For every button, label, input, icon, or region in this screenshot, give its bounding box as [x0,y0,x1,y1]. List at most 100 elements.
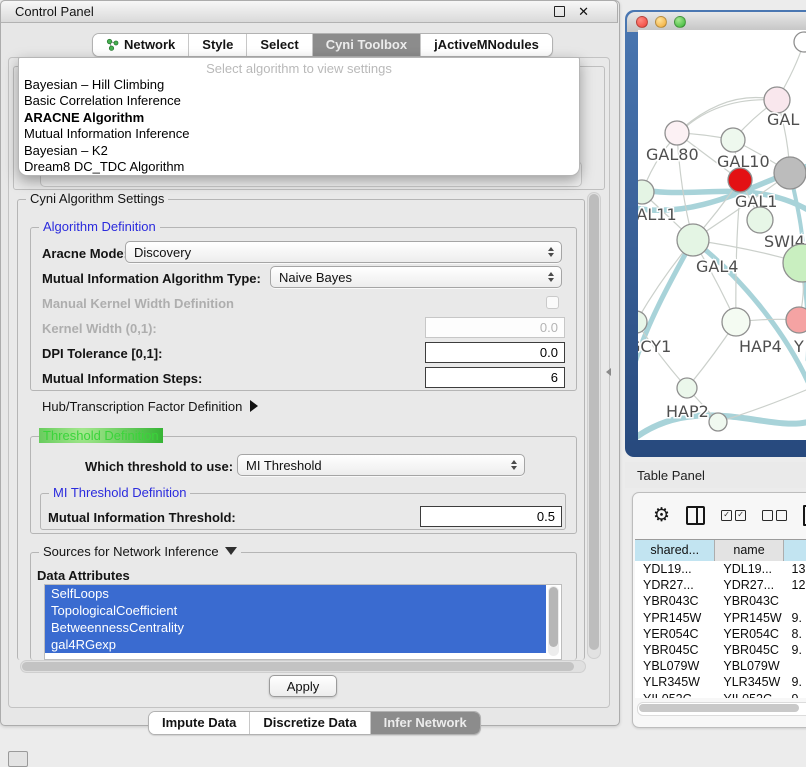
zoom-traffic-icon[interactable] [674,16,686,28]
attr-scroll-thumb[interactable] [549,587,558,647]
sources-title-toggle[interactable]: Sources for Network Inference [39,544,241,559]
attr-list-scrollbar[interactable] [548,586,559,656]
table-row[interactable]: YLR345WYLR345W9. [635,674,806,690]
algorithm-option[interactable]: Bayesian – Hill Climbing [19,77,579,93]
tab-impute-data[interactable]: Impute Data [149,712,249,734]
table-panel-titlebar[interactable]: Table Panel [625,462,806,488]
table-cell [784,658,806,674]
algorithm-option[interactable]: Bayesian – K2 [19,143,579,159]
table-row[interactable]: YIL052CYIL052C9 [635,691,806,699]
close-icon[interactable]: ✕ [578,5,589,18]
algorithm-option[interactable]: Dream8 DC_TDC Algorithm [19,159,579,175]
sources-title: Sources for Network Inference [43,544,219,559]
network-node-gal10[interactable] [721,128,745,152]
node-label: GCY1 [638,337,671,356]
manual-kernel-checkbox[interactable] [546,296,559,309]
hub-definition-toggle[interactable]: Hub/Transcription Factor Definition [42,399,258,414]
deselect-all-checkboxes-icon[interactable] [762,510,787,521]
mi-threshold-field[interactable]: 0.5 [420,506,562,527]
stepper-icon [548,272,554,282]
network-node[interactable] [774,157,806,189]
table-row[interactable]: YDL19...YDL19...13 [635,561,806,577]
control-panel-titlebar[interactable]: Control Panel ✕ [0,0,618,23]
data-attribute-item[interactable]: BetweennessCentrality [45,619,546,636]
table-row[interactable]: YDR27...YDR27...12 [635,577,806,593]
table-row[interactable]: YBR045CYBR045C9. [635,642,806,658]
minimized-panel-icon[interactable] [8,751,28,767]
network-window-titlebar[interactable] [627,12,806,32]
settings-vscroll-thumb[interactable] [589,194,599,650]
table-cell: 13 [784,561,806,577]
table-cell: YDR27... [635,577,715,593]
node-label: HAP4 [739,337,782,356]
data-attribute-item[interactable]: SelfLoops [45,585,546,602]
data-attributes-label: Data Attributes [37,568,130,583]
tab-select[interactable]: Select [246,34,311,56]
network-node-hap2[interactable] [677,378,697,398]
which-threshold-combo[interactable]: MI Threshold [237,454,525,476]
columns-icon[interactable] [686,506,705,525]
table-row[interactable]: YER054CYER054C8. [635,626,806,642]
table-cell: 8. [784,626,806,642]
dpi-tolerance-field[interactable]: 0.0 [425,342,565,363]
network-node-swi4[interactable] [747,207,773,233]
tab-label: Network [124,37,175,52]
network-edge[interactable] [677,97,777,133]
node-label: GAL4 [696,257,738,276]
table-panel: ⚙ ✓✓ shared...name YDL19...YDL19...13YDR… [632,492,806,728]
table-cell: 9. [784,610,806,626]
table-cell: YIL052C [635,691,715,699]
network-node-gal4[interactable] [677,224,709,256]
settings-hscroll-thumb[interactable] [22,662,574,671]
manual-kernel-label: Manual Kernel Width Definition [42,296,234,311]
panel-splitter-arrow[interactable] [606,368,611,376]
settings-horizontal-scrollbar[interactable] [20,660,586,673]
algorithm-popup-list: Bayesian – Hill ClimbingBasic Correlatio… [19,77,579,175]
minimize-traffic-icon[interactable] [655,16,667,28]
control-panel-tabbar: Network StyleSelectCyni ToolboxjActiveMNo… [92,33,553,57]
close-traffic-icon[interactable] [636,16,648,28]
data-attribute-item[interactable]: TopologicalCoefficient [45,602,546,619]
algorithm-option[interactable]: ARACNE Algorithm [19,110,579,126]
aracne-mode-combo[interactable]: Discovery [125,241,562,263]
table-header-row: shared...name [635,539,806,562]
column-header[interactable] [784,540,806,561]
table-row[interactable]: YBR043CYBR043C [635,593,806,609]
table-row[interactable]: YPR145WYPR145W9. [635,610,806,626]
kernel-width-field[interactable]: 0.0 [425,317,565,338]
tab-discretize-data[interactable]: Discretize Data [249,712,369,734]
network-node[interactable] [794,32,806,52]
table-cell: YBL079W [715,658,783,674]
data-attributes-list[interactable]: SelfLoopsTopologicalCoefficientBetweenne… [44,584,562,660]
algorithm-option[interactable]: Mutual Information Inference [19,126,579,142]
network-node-gal1[interactable] [728,168,752,192]
tab-cyni-toolbox[interactable]: Cyni Toolbox [312,34,420,56]
table-cell: YER054C [635,626,715,642]
table-hscroll-thumb[interactable] [639,704,799,712]
algorithm-option[interactable]: Basic Correlation Inference [19,93,579,109]
tab-jactivemnodules[interactable]: jActiveMNodules [420,34,552,56]
mi-type-combo[interactable]: Naive Bayes [270,266,562,288]
select-all-checkboxes-icon[interactable]: ✓✓ [721,510,746,521]
mi-steps-field[interactable]: 6 [425,367,565,388]
column-header[interactable]: shared... [635,540,715,561]
tab-style[interactable]: Style [188,34,246,56]
tab-infer-network[interactable]: Infer Network [370,712,480,734]
table-horizontal-scrollbar[interactable] [637,702,806,716]
settings-vertical-scrollbar[interactable] [587,192,601,659]
network-node-hap4[interactable] [722,308,750,336]
float-window-icon[interactable] [554,6,565,17]
data-attribute-item[interactable]: gal4RGexp [45,636,546,653]
apply-button[interactable]: Apply [269,675,337,697]
network-node-y[interactable] [786,307,806,333]
column-header[interactable]: name [715,540,783,561]
network-node-gal80[interactable] [665,121,689,145]
table-row[interactable]: YBL079WYBL079W [635,658,806,674]
network-canvas[interactable]: GALGAL80GAL10GAL1GAL11SWI4GAL4GCY1HAP4YH… [638,30,806,440]
table-cell: YLR345W [635,674,715,690]
network-node[interactable] [709,413,727,431]
table-cell: YBR045C [715,642,783,658]
tab-network[interactable]: Network [93,34,188,56]
table-cell: YBR045C [635,642,715,658]
gear-icon[interactable]: ⚙ [653,506,670,525]
